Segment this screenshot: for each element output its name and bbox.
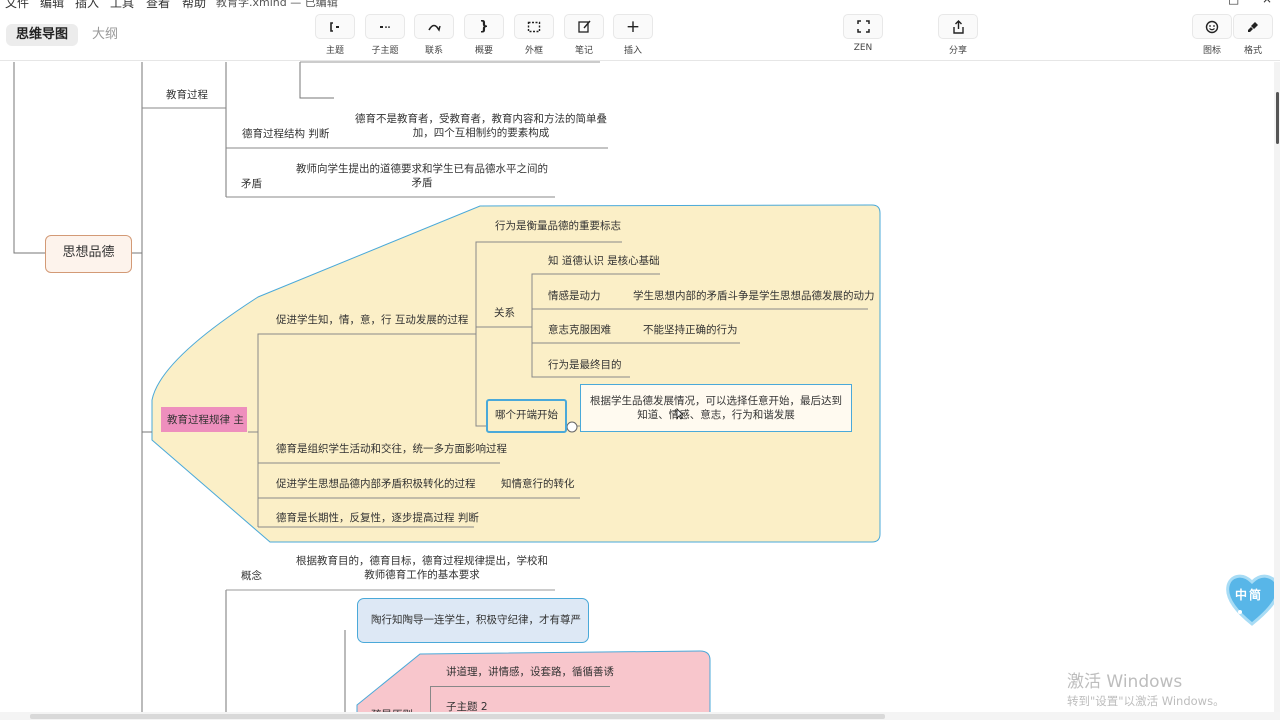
topic-org[interactable]: 德育是组织学生活动和交往，统一多方面影响过程 — [276, 442, 507, 456]
topic-promote[interactable]: 促进学生知，情，意，行 互动发展的过程 — [276, 313, 468, 327]
root-connector — [13, 62, 45, 254]
topic-start-label: 哪个开端开始 — [495, 409, 558, 421]
topic-law[interactable]: 教育过程规律 主 — [161, 407, 247, 432]
activation-watermark-text: 转到"设置"以激活 Windows。 — [1067, 694, 1225, 708]
ime-badge-label: 中简 — [1235, 588, 1264, 602]
topic-concept[interactable]: 概念 — [241, 569, 262, 583]
guide-connector — [430, 686, 431, 712]
topic-process[interactable]: 教育过程 — [166, 88, 208, 102]
topic-law-label: 教育过程规律 主 — [167, 414, 244, 426]
root-topic[interactable]: 思想品德 — [45, 235, 132, 273]
topic-will[interactable]: 意志克服困难 — [548, 323, 611, 337]
topic-guide[interactable]: 讲道理，讲情感，设套路，循循善诱 — [446, 665, 614, 679]
horizontal-scroll-thumb[interactable] — [30, 714, 885, 719]
topic-start-desc: 根据学生品德发展情况，可以选择任意开始，最后达到知道、情感、意志，行为和谐发展 — [590, 395, 842, 421]
topic-start-desc-box[interactable]: 根据学生品德发展情况，可以选择任意开始，最后达到知道、情感、意志，行为和谐发展 — [580, 384, 852, 432]
ime-heart-icon[interactable]: 中简 — [1224, 568, 1280, 628]
root-topic-label: 思想品德 — [62, 245, 115, 260]
topic-concept-desc[interactable]: 根据教育目的，德育目标，德育过程规律提出，学校和教师德育工作的基本要求 — [294, 554, 550, 582]
trunk-line — [131, 62, 143, 712]
vertical-scroll-thumb[interactable] — [1276, 92, 1279, 144]
law-boundary — [151, 204, 881, 543]
topic-relation[interactable]: 关系 — [494, 306, 515, 320]
topic-start[interactable]: 哪个开端开始 — [486, 399, 567, 433]
topic-behavior-mark[interactable]: 行为是衡量品德的重要标志 — [495, 219, 621, 233]
guide-underline — [430, 686, 610, 687]
topic-contradiction[interactable]: 矛盾 — [241, 177, 262, 191]
topic-tao-label: 陶行知陶导一连学生，积极守纪律，才有尊严 — [371, 614, 581, 626]
mindmap-canvas — [13, 61, 881, 720]
topic-know[interactable]: 知 道德认识 是核心基础 — [548, 254, 660, 268]
topic-contradiction-desc[interactable]: 教师向学生提出的道德要求和学生已有品德水平之间的矛盾 — [294, 162, 550, 190]
topic-emotion-desc[interactable]: 学生思想内部的矛盾斗争是学生思想品德发展的动力 — [633, 289, 875, 303]
topic-tao[interactable]: 陶行知陶导一连学生，积极守纪律，才有尊严 — [357, 598, 589, 643]
vertical-scrollbar[interactable] — [1274, 62, 1280, 712]
topic-will-desc[interactable]: 不能坚持正确的行为 — [643, 323, 738, 337]
topic-structure-desc[interactable]: 德育不是教育者，受教育者，教育内容和方法的简单叠加，四个互相制约的要素构成 — [352, 112, 610, 140]
mouse-cursor-icon — [676, 405, 684, 420]
topic-long[interactable]: 德育是长期性，反复性，逐步提高过程 判断 — [276, 511, 479, 525]
activation-watermark-title: 激活 Windows — [1067, 672, 1183, 692]
process-branch — [142, 107, 227, 197]
topic-structure[interactable]: 德育过程结构 判断 — [242, 127, 329, 141]
topic-emotion[interactable]: 情感是动力 — [548, 289, 601, 303]
topic-transform-desc[interactable]: 知情意行的转化 — [501, 477, 575, 491]
topic-transform[interactable]: 促进学生思想品德内部矛盾积极转化的过程 — [276, 477, 476, 491]
topic-behavior-goal[interactable]: 行为是最终目的 — [548, 358, 622, 372]
